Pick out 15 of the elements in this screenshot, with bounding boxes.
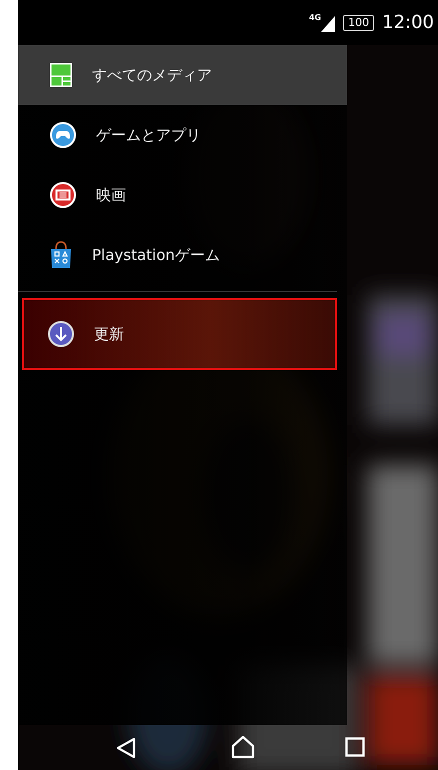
menu-item[interactable]: すべてのメディア: [18, 45, 347, 105]
grid-icon: [50, 63, 72, 87]
back-icon[interactable]: [115, 737, 137, 759]
home-icon[interactable]: [231, 735, 255, 759]
film-icon: [50, 182, 76, 208]
recents-icon[interactable]: [345, 737, 365, 757]
menu-item[interactable]: 映画: [18, 165, 347, 225]
battery-icon: 100: [343, 14, 374, 30]
shopping-bag-icon: [50, 241, 72, 269]
menu-item[interactable]: Playstationゲーム: [18, 225, 347, 285]
menu-item[interactable]: ゲームとアプリ: [18, 105, 347, 165]
clock-time: 12:00: [382, 11, 434, 35]
gamepad-icon: [50, 122, 76, 148]
menu-item[interactable]: 更新: [22, 298, 337, 370]
download-icon: [48, 321, 74, 347]
